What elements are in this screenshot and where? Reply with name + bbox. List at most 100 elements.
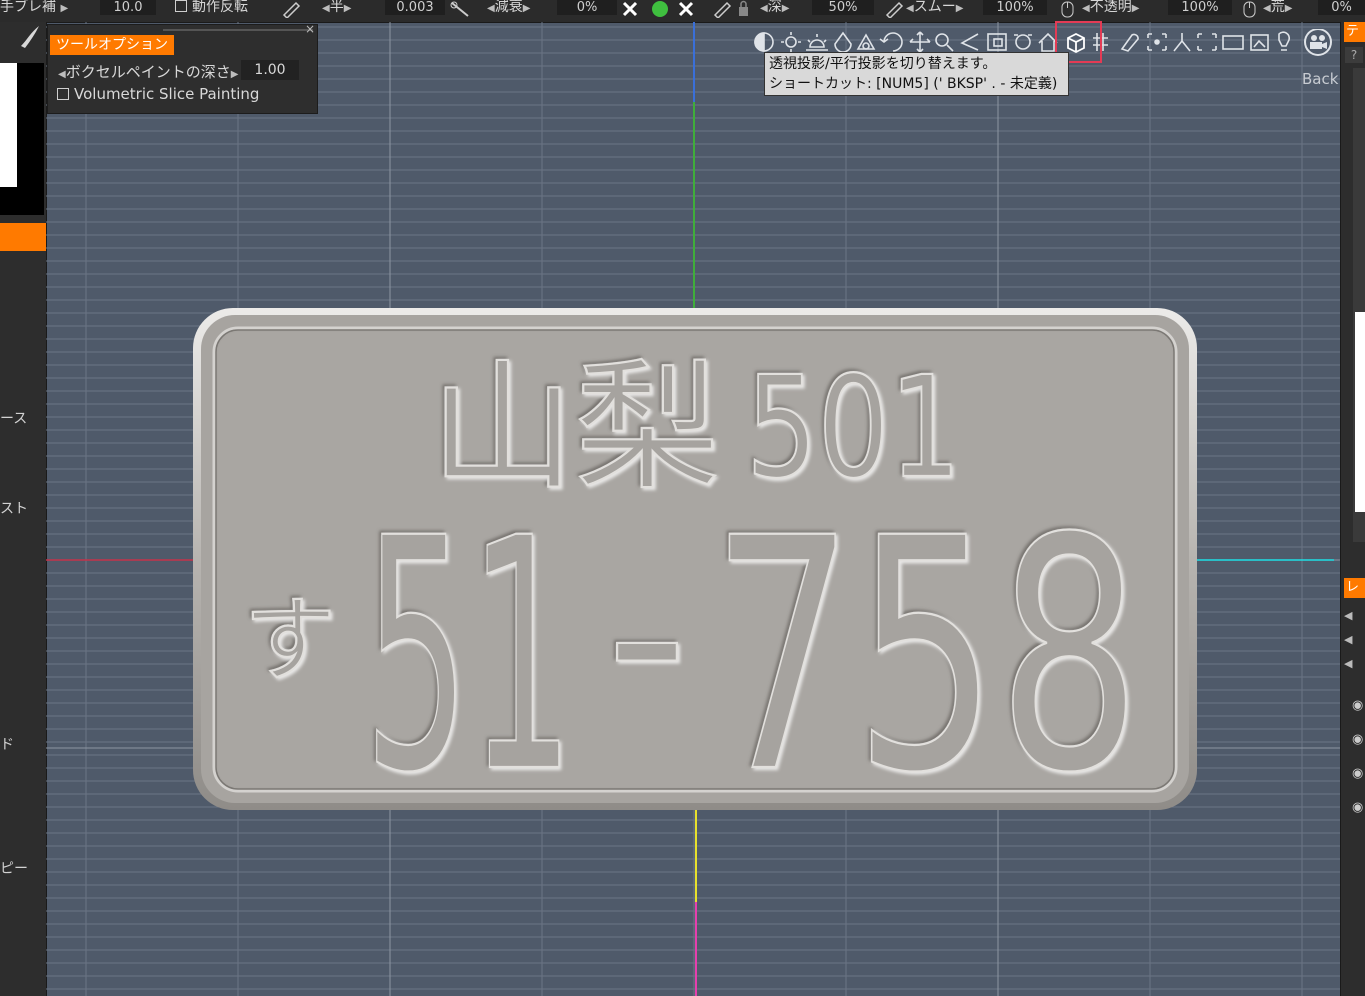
eye-icon[interactable]: ◉ (1352, 723, 1363, 757)
radius-increase-icon[interactable]: ▶ (344, 3, 352, 14)
depth-decrease-icon[interactable]: ◀ (760, 3, 768, 14)
falloff-value[interactable]: 0% (557, 0, 617, 15)
pen-lock-icon[interactable] (712, 0, 758, 18)
flip-toggle[interactable]: 動作反転 (175, 0, 248, 22)
left-label-2[interactable]: スト (0, 498, 28, 518)
rough-increase-icon[interactable]: ▶ (1285, 3, 1293, 14)
pen-icon[interactable] (281, 0, 303, 18)
brush-icon[interactable] (448, 0, 472, 18)
falloff-label[interactable]: ◀減衰▶ (487, 0, 530, 22)
eye-icon[interactable]: ◉ (1352, 689, 1363, 723)
zoom-icon[interactable] (935, 33, 954, 52)
smooth-increase-icon[interactable]: ▶ (956, 3, 964, 14)
radius-label-text: 半 (329, 0, 344, 15)
stabilizer-label-text: 手ブレ補 (0, 0, 56, 15)
tooltip-line-2: ショートカット: [NUM5] (' BKSP' . - 未定義) (769, 76, 1058, 92)
camera-icon[interactable] (1304, 29, 1332, 56)
voxel-depth-label[interactable]: ◀ボクセルペイントの深さ▶ (58, 61, 238, 82)
color-swatch-white[interactable] (0, 63, 17, 187)
volumetric-slice-option[interactable]: Volumetric Slice Painting (57, 85, 259, 103)
radius-value[interactable]: 0.003 (385, 0, 445, 15)
radius-decrease-icon[interactable]: ◀ (322, 3, 330, 14)
rough-label-text: 荒 (1270, 0, 1285, 15)
layers-tab[interactable]: レ (1344, 578, 1365, 598)
right-tab-top[interactable]: テ (1344, 22, 1365, 42)
close-icon[interactable]: × (305, 22, 315, 36)
left-label-3[interactable]: ド (0, 734, 14, 754)
voxel-depth-label-text: ボクセルペイントの深さ (65, 63, 231, 81)
snap-icon[interactable] (1120, 33, 1139, 52)
screenshot-icon[interactable] (1250, 34, 1269, 51)
green-dot-icon (652, 1, 668, 17)
3d-viewport[interactable]: 山梨 501 す 51 - 758 (46, 22, 1340, 996)
opacity-increase-icon[interactable]: ▶ (1132, 3, 1140, 14)
depth-value[interactable]: 50% (812, 0, 874, 15)
falloff-decrease-icon[interactable]: ◀ (487, 3, 495, 14)
rough-value[interactable]: 0% (1318, 0, 1365, 15)
window-icon[interactable] (1222, 35, 1244, 50)
ambient-icon[interactable] (834, 31, 852, 53)
right-panel: テ ? レ ◀ ◀ ◀ ◉ ◉ ◉ ◉ (1340, 22, 1365, 996)
flip-label: 動作反転 (192, 0, 248, 15)
fullscreen-icon[interactable] (1197, 33, 1217, 51)
license-plate-model[interactable]: 山梨 501 す 51 - 758 (46, 22, 1340, 996)
layer-arrow-icon-1[interactable]: ◀ (1344, 609, 1352, 622)
pen-icon-2[interactable] (884, 0, 908, 18)
stabilizer-label[interactable]: 手ブレ補 ▶ (0, 0, 68, 22)
layer-arrows: ◀ ◀ ◀ (1344, 604, 1352, 676)
fit-icon[interactable] (1014, 34, 1032, 50)
bulb-icon[interactable] (1278, 31, 1291, 51)
voxel-depth-input[interactable]: 1.00 (241, 60, 299, 80)
plate-number-left: 51 (364, 471, 574, 843)
layer-arrow-icon-2[interactable]: ◀ (1344, 633, 1352, 646)
layer-arrow-icon-3[interactable]: ◀ (1344, 657, 1352, 670)
eye-icon[interactable]: ◉ (1352, 757, 1363, 791)
radius-label[interactable]: ◀半▶ (322, 0, 351, 22)
smooth-value[interactable]: 100% (983, 0, 1047, 15)
depth-label[interactable]: ◀深▶ (760, 0, 789, 22)
active-panel-tab[interactable] (0, 223, 46, 251)
focus-icon[interactable] (1147, 33, 1167, 51)
plate-hiragana: す (244, 587, 336, 694)
stabilizer-increase-icon[interactable]: ▶ (60, 3, 68, 14)
rough-decrease-icon[interactable]: ◀ (1263, 3, 1271, 14)
tooltip-line-1: 透視投影/平行投影を切り替えます。 (769, 56, 997, 72)
smooth-decrease-icon[interactable]: ◀ (906, 3, 914, 14)
rotate-icon[interactable] (879, 32, 903, 52)
material-icon[interactable] (856, 33, 876, 50)
mouse-icon[interactable] (1058, 0, 1078, 18)
opacity-value[interactable]: 100% (1168, 0, 1232, 15)
frame-icon[interactable] (987, 33, 1007, 51)
sun-icon[interactable] (806, 34, 828, 51)
right-preview-swatch (1355, 312, 1365, 512)
opacity-label[interactable]: ◀不透明▶ (1082, 0, 1139, 22)
voxel-depth-decrease-icon[interactable]: ◀ (58, 69, 66, 80)
left-label-4[interactable]: ピー (0, 858, 28, 878)
left-panel: ース スト ド ピー (0, 22, 47, 996)
falloff-increase-icon[interactable]: ▶ (523, 3, 531, 14)
opacity-decrease-icon[interactable]: ◀ (1082, 3, 1090, 14)
tool-options-panel: × ツールオプション ◀ボクセルペイントの深さ▶ 1.00 Volumetric… (47, 22, 318, 114)
angle-icon[interactable] (960, 33, 979, 51)
person-icon[interactable] (1173, 33, 1191, 52)
opacity-label-text: 不透明 (1089, 0, 1132, 15)
back-view-label[interactable]: Back (1302, 70, 1338, 88)
light-icon[interactable] (781, 32, 801, 52)
eye-icon[interactable]: ◉ (1352, 791, 1363, 825)
volumetric-slice-label: Volumetric Slice Painting (74, 85, 260, 103)
contrast-icon[interactable] (754, 32, 774, 52)
mouse-icon-2[interactable] (1240, 0, 1260, 18)
color-swatch-black-bottom[interactable] (0, 187, 44, 215)
x-icon (622, 1, 638, 17)
volumetric-slice-checkbox[interactable] (57, 88, 69, 100)
voxel-depth-increase-icon[interactable]: ▶ (231, 69, 239, 80)
depth-increase-icon[interactable]: ▶ (782, 3, 790, 14)
stabilizer-value[interactable]: 10.0 (100, 0, 156, 15)
help-icon[interactable]: ? (1345, 47, 1363, 63)
smooth-label[interactable]: ◀スムー▶ (906, 0, 963, 22)
pan-icon[interactable] (909, 31, 931, 53)
falloff-label-text: 減衰 (494, 0, 523, 15)
rough-label[interactable]: ◀荒▶ (1263, 0, 1292, 22)
left-label-1[interactable]: ース (0, 408, 27, 428)
flip-checkbox[interactable] (175, 0, 187, 12)
